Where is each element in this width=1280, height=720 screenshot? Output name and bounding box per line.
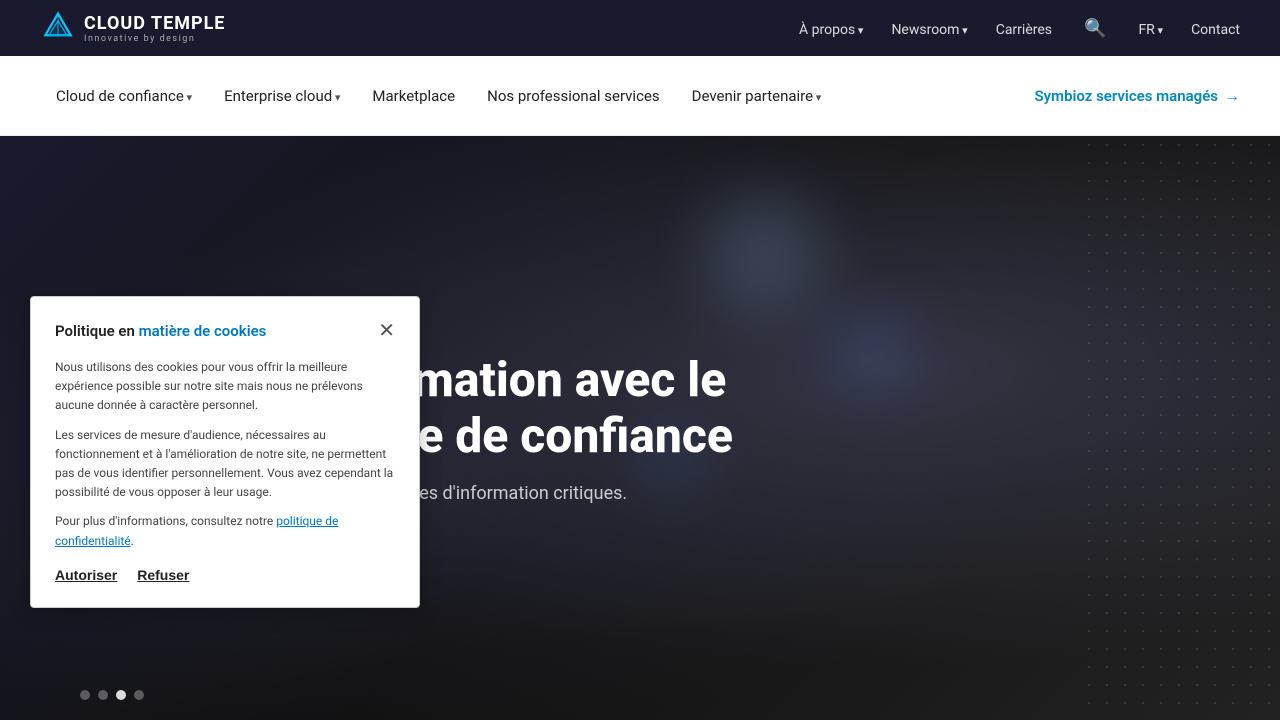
search-button[interactable]: 🔍 <box>1080 14 1110 43</box>
nav-contact[interactable]: Contact <box>1191 19 1240 38</box>
bokeh-1 <box>704 194 824 314</box>
slider-dot-3[interactable] <box>116 690 126 700</box>
slider-dot-2[interactable] <box>98 690 108 700</box>
cookie-actions: Autoriser Refuser <box>55 567 395 583</box>
slider-dot-4[interactable] <box>134 690 144 700</box>
nav-professional-services[interactable]: Nos professional services <box>471 77 676 115</box>
bokeh-2 <box>832 311 912 391</box>
logo-text: CLOUD TEMPLE <box>84 13 225 34</box>
cookie-title-highlight: matière de cookies <box>139 322 267 340</box>
cookie-para3: Pour plus d'informations, consultez notr… <box>55 512 395 550</box>
nav-newsroom[interactable]: Newsroom <box>891 19 967 38</box>
cookie-para3-suffix: . <box>131 534 134 548</box>
nav-carrieres-link[interactable]: Carrières <box>996 22 1052 38</box>
cookie-close-button[interactable]: ✕ <box>378 321 395 341</box>
nav-devenir-partenaire[interactable]: Devenir partenaire <box>676 77 838 115</box>
cookie-refuse-button[interactable]: Refuser <box>137 567 189 583</box>
secondary-navigation: Cloud de confiance Enterprise cloud Mark… <box>0 56 1280 136</box>
nav-devenir-partenaire-link[interactable]: Devenir partenaire <box>676 77 838 115</box>
nav-lang-link[interactable]: FR <box>1138 22 1163 38</box>
nav-apropos[interactable]: À propos <box>799 19 863 38</box>
top-navigation: CLOUD TEMPLE Innovative by design À prop… <box>0 0 1280 56</box>
cookie-para3-prefix: Pour plus d'informations, consultez notr… <box>55 514 276 528</box>
logo-icon <box>40 10 76 46</box>
cookie-para1: Nous utilisons des cookies pour vous off… <box>55 358 395 416</box>
nav-lang[interactable]: FR <box>1138 19 1163 38</box>
hero-section: …votre transformation avec le cloud numé… <box>0 136 1280 720</box>
nav-newsroom-link[interactable]: Newsroom <box>891 22 967 38</box>
top-nav-links: À propos Newsroom Carrières 🔍 FR Contact <box>799 14 1240 43</box>
cookie-header: Politique en matière de cookies ✕ <box>55 321 395 342</box>
symbioz-cta-link[interactable]: Symbioz services managés <box>1034 86 1240 106</box>
nav-contact-link[interactable]: Contact <box>1191 22 1240 38</box>
slider-dots <box>80 690 144 700</box>
nav-cloud-confiance[interactable]: Cloud de confiance <box>40 77 208 115</box>
nav-enterprise-cloud[interactable]: Enterprise cloud <box>208 77 356 115</box>
nav-carrieres[interactable]: Carrières <box>996 19 1052 38</box>
nav-marketplace[interactable]: Marketplace <box>356 77 471 115</box>
sec-nav-links: Cloud de confiance Enterprise cloud Mark… <box>40 77 1034 115</box>
nav-cloud-confiance-link[interactable]: Cloud de confiance <box>40 77 208 115</box>
cookie-title: Politique en matière de cookies <box>55 321 266 342</box>
logo-sub: Innovative by design <box>84 34 225 44</box>
dots-pattern <box>1080 136 1280 720</box>
cookie-title-normal: Politique en <box>55 322 139 340</box>
nav-enterprise-cloud-link[interactable]: Enterprise cloud <box>208 77 356 115</box>
nav-search[interactable]: 🔍 <box>1080 14 1110 43</box>
logo[interactable]: CLOUD TEMPLE Innovative by design <box>40 10 225 46</box>
cookie-authorize-button[interactable]: Autoriser <box>55 567 117 583</box>
cookie-para2: Les services de mesure d'audience, néces… <box>55 426 395 503</box>
nav-apropos-link[interactable]: À propos <box>799 22 863 38</box>
nav-professional-services-link[interactable]: Nos professional services <box>471 77 676 115</box>
cookie-body: Nous utilisons des cookies pour vous off… <box>55 358 395 551</box>
slider-dot-1[interactable] <box>80 690 90 700</box>
nav-marketplace-link[interactable]: Marketplace <box>356 77 471 115</box>
cookie-banner: Politique en matière de cookies ✕ Nous u… <box>30 296 420 608</box>
